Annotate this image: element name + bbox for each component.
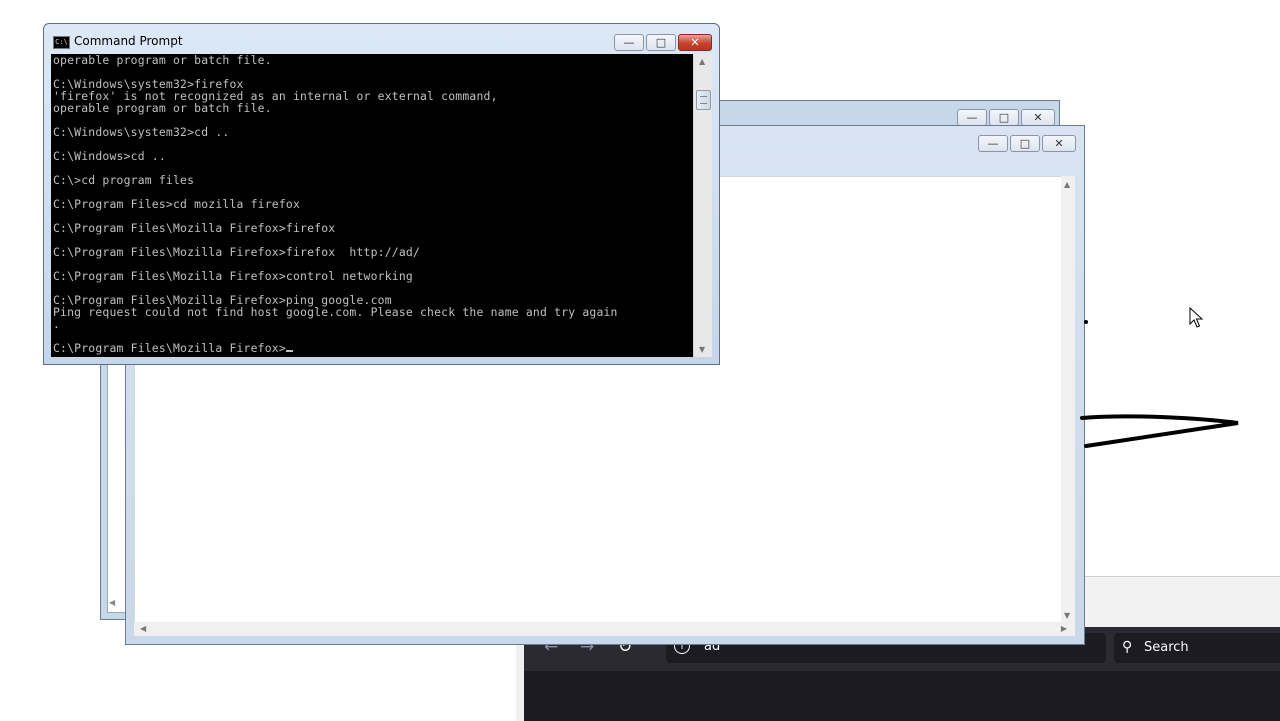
maximize-button[interactable]: □ [646, 34, 676, 51]
window-controls: — □ ✕ [614, 34, 712, 51]
command-prompt-window[interactable]: C:\ Command Prompt — □ ✕ operable progra… [43, 23, 720, 365]
console-scrollbar[interactable]: ▲ ▼ [693, 54, 712, 357]
mouse-pointer-icon [1189, 307, 1204, 328]
search-icon: ⚲ [1122, 639, 1133, 655]
close-button[interactable]: ✕ [1042, 135, 1076, 152]
window-title: Command Prompt [74, 34, 183, 48]
search-placeholder: Search [1144, 640, 1189, 655]
scroll-down-icon[interactable]: ▼ [1064, 611, 1070, 620]
window-controls: — □ ✕ [978, 135, 1076, 152]
console-line: C:\Windows>cd .. [53, 149, 166, 163]
console-line: operable program or batch file. [53, 54, 272, 67]
console-line: operable program or batch file. [53, 101, 272, 115]
drawing-strokes [1080, 320, 1239, 448]
text-cursor [285, 350, 293, 352]
scroll-left-icon[interactable]: ◀ [140, 624, 146, 633]
console-line: C:\Program Files\Mozilla Firefox>control… [53, 269, 413, 283]
scroll-down-icon[interactable]: ▼ [699, 345, 705, 354]
maximize-button[interactable]: □ [1010, 135, 1040, 152]
scroll-right-icon[interactable]: ▶ [1061, 624, 1067, 633]
console-prompt: C:\Program Files\Mozilla Firefox> [53, 341, 286, 355]
console-prompt-line[interactable]: C:\Program Files\Mozilla Firefox> [53, 342, 693, 354]
console-line: C:\>cd program files [53, 173, 195, 187]
maximize-button[interactable]: □ [989, 109, 1019, 126]
scrollbar-thumb[interactable] [696, 90, 711, 110]
close-button[interactable]: ✕ [1021, 109, 1055, 126]
console-line: C:\Program Files\Mozilla Firefox>firefox… [53, 245, 421, 259]
minimize-button[interactable]: — [978, 135, 1008, 152]
console-line: Ping request could not find host google.… [53, 305, 618, 319]
scroll-up-icon[interactable]: ▲ [1064, 180, 1070, 189]
close-button[interactable]: ✕ [678, 34, 712, 51]
minimize-button[interactable]: — [957, 109, 987, 126]
minimize-button[interactable]: — [614, 34, 644, 51]
console-line: . [53, 317, 61, 331]
scroll-up-icon[interactable]: ▲ [699, 57, 705, 66]
console-line: C:\Windows\system32>cd .. [53, 125, 230, 139]
console-line: C:\Program Files>cd mozilla firefox [53, 197, 301, 211]
horizontal-scrollbar[interactable]: ◀ ▶ [134, 622, 1075, 636]
title-bar[interactable]: C:\ Command Prompt — □ ✕ [44, 24, 719, 54]
cmd-icon: C:\ [53, 36, 70, 49]
window-controls: — □ ✕ [957, 109, 1055, 126]
console-line: C:\Program Files\Mozilla Firefox>firefox [53, 221, 336, 235]
scroll-left-icon[interactable]: ◀ [109, 598, 115, 607]
console-text: operable program or batch file. C:\Window… [51, 54, 693, 354]
console-output[interactable]: operable program or batch file. C:\Window… [51, 54, 693, 357]
vertical-scrollbar[interactable]: ▲ ▼ [1061, 176, 1075, 622]
search-box[interactable]: ⚲ Search [1114, 633, 1280, 663]
